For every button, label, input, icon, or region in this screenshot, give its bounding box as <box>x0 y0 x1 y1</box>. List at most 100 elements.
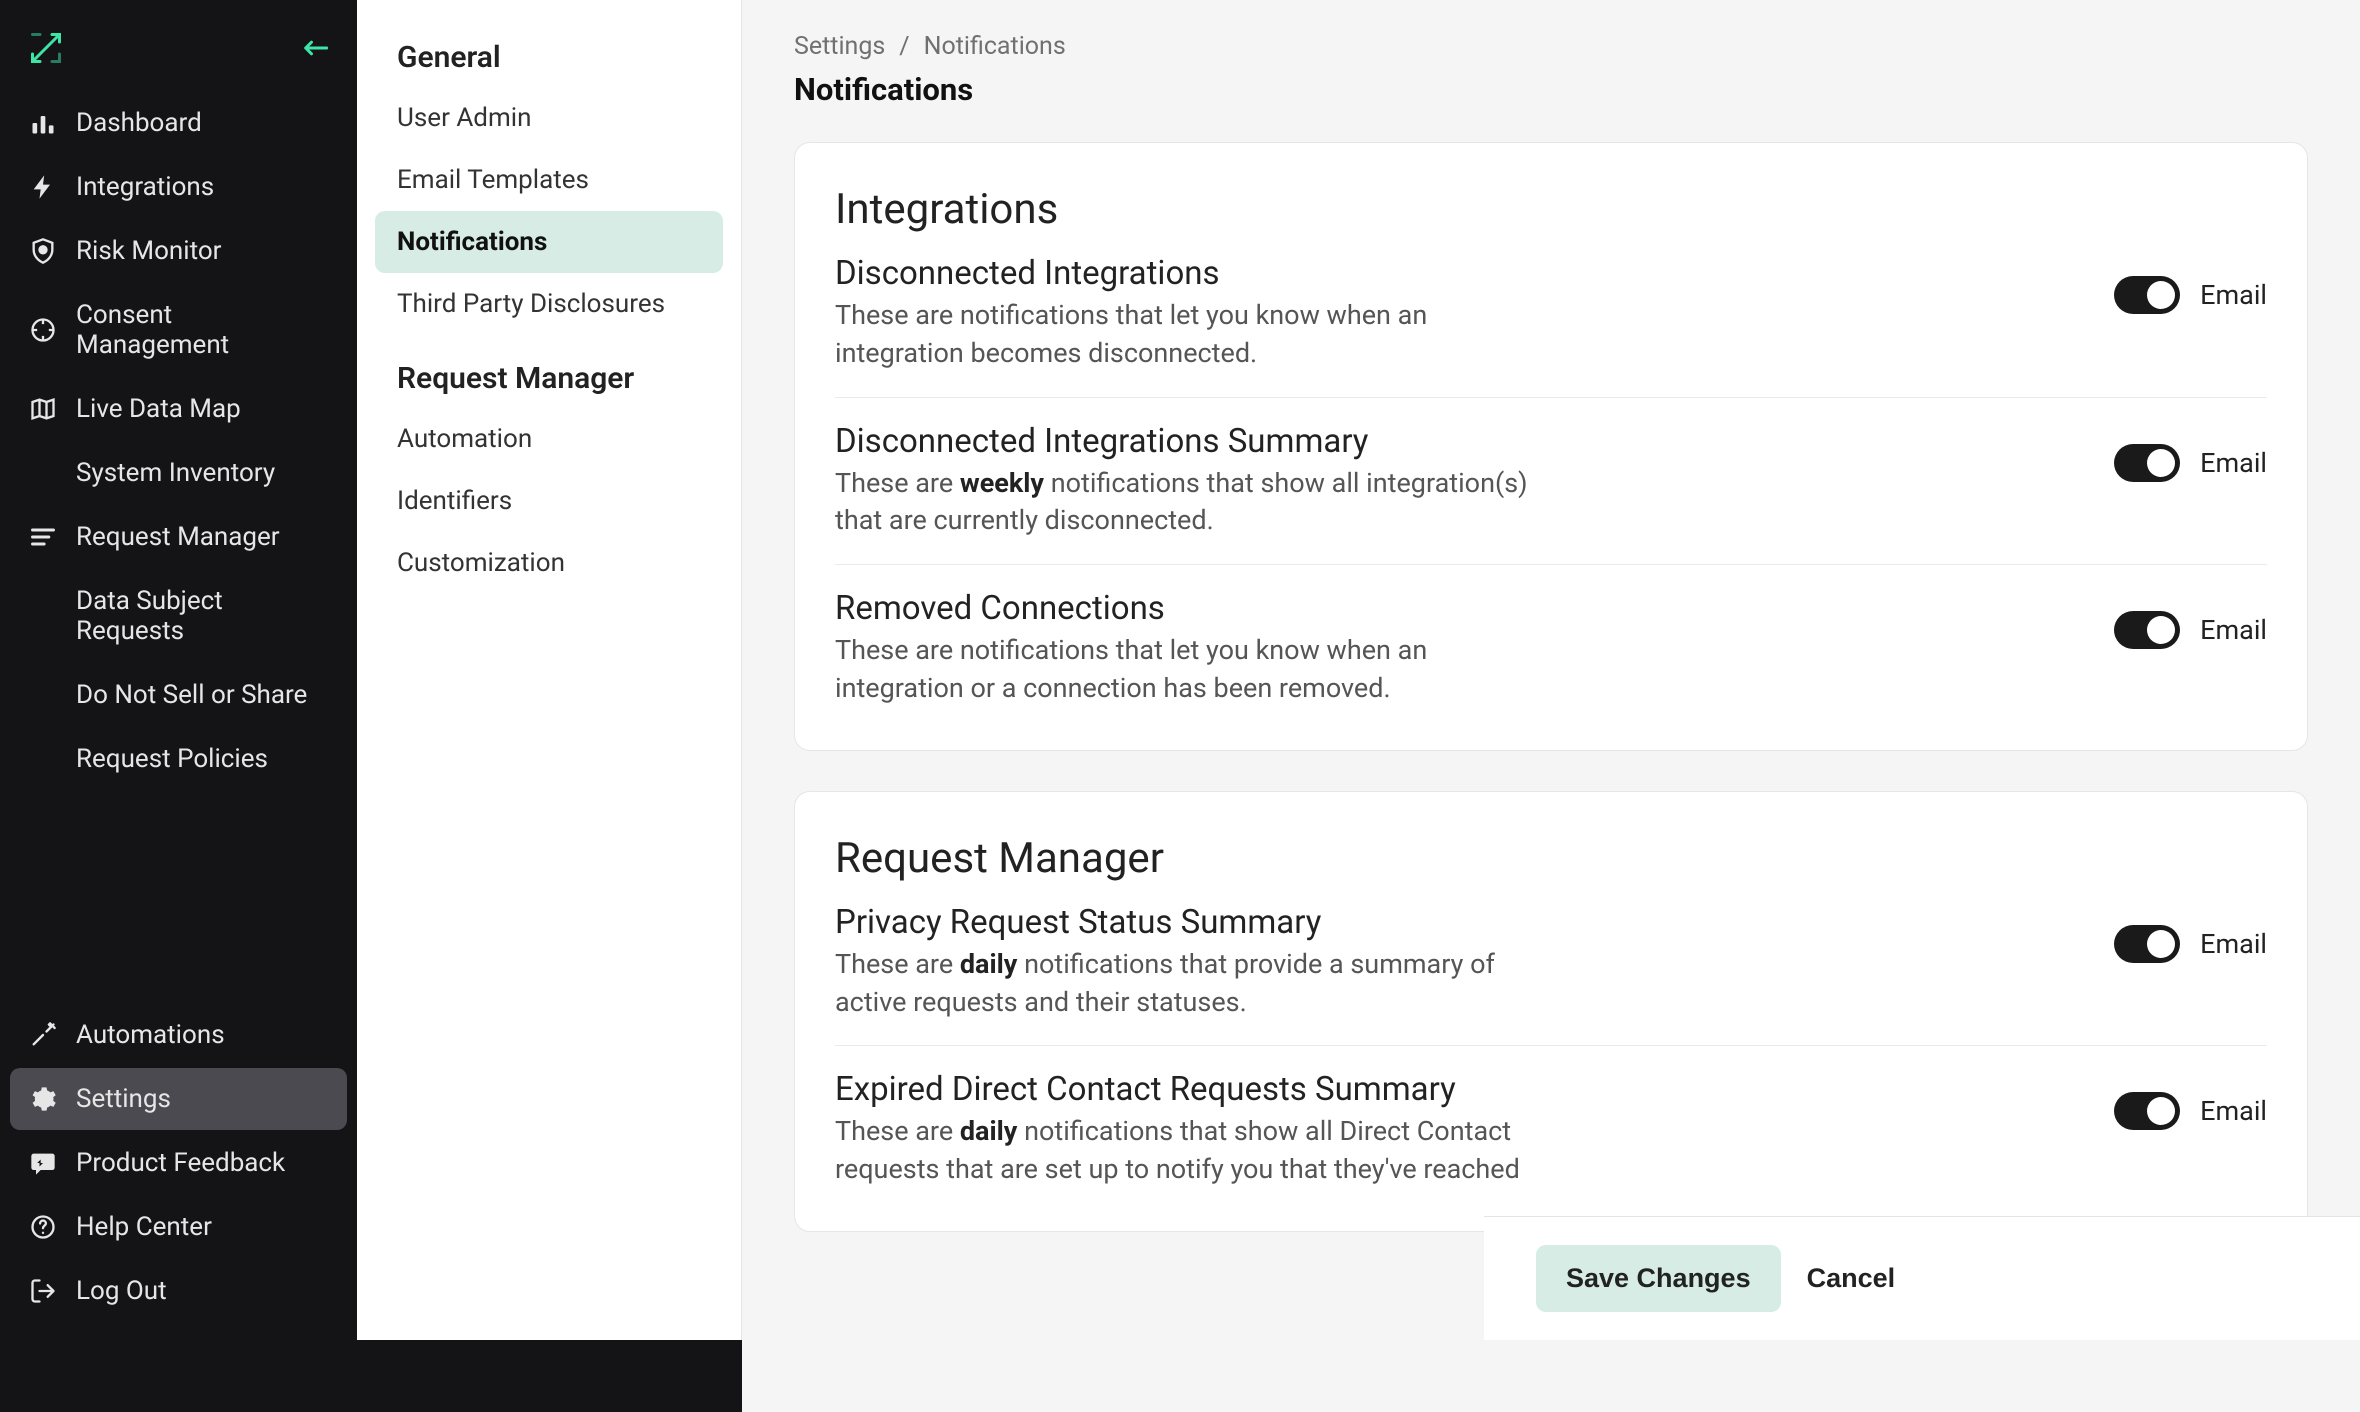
nav-bottom: Automations Settings Product Feedback He… <box>10 1004 347 1322</box>
target-icon <box>28 315 58 345</box>
notif-toggle-group: Email <box>2114 254 2267 314</box>
notif-desc: These are daily notifications that show … <box>835 1113 1535 1189</box>
lightning-icon <box>28 172 58 202</box>
toggle-email[interactable] <box>2114 611 2180 649</box>
page-title: Notifications <box>794 71 2308 108</box>
main-wrapper: Settings / Notifications Notifications I… <box>742 0 2360 1340</box>
nav-item-request-policies[interactable]: Request Policies <box>10 728 347 790</box>
card-title: Integrations <box>835 185 2267 234</box>
nav-item-log-out[interactable]: Log Out <box>10 1260 347 1322</box>
notif-toggle-group: Email <box>2114 589 2267 649</box>
nav-label: System Inventory <box>76 458 275 488</box>
nav-item-automations[interactable]: Automations <box>10 1004 347 1066</box>
notif-text: Disconnected Integrations These are noti… <box>835 254 1535 373</box>
nav-item-request-manager[interactable]: Request Manager <box>10 506 347 568</box>
settings-link-third-party[interactable]: Third Party Disclosures <box>375 273 723 335</box>
settings-subnav: General User Admin Email Templates Notif… <box>357 0 742 1340</box>
notif-expired-direct-contact: Expired Direct Contact Requests Summary … <box>835 1046 2267 1189</box>
notif-desc: These are daily notifications that provi… <box>835 946 1535 1022</box>
nav-item-live-data-map[interactable]: Live Data Map <box>10 378 347 440</box>
nav-label: Data Subject Requests <box>76 586 329 646</box>
settings-link-notifications[interactable]: Notifications <box>375 211 723 273</box>
shield-icon <box>28 236 58 266</box>
settings-link-customization[interactable]: Customization <box>375 532 723 594</box>
notif-text: Removed Connections These are notificati… <box>835 589 1535 708</box>
notif-text: Expired Direct Contact Requests Summary … <box>835 1070 1535 1189</box>
toggle-email[interactable] <box>2114 444 2180 482</box>
nav-label: Request Policies <box>76 744 268 774</box>
notif-title: Privacy Request Status Summary <box>835 903 1535 942</box>
notif-toggle-group: Email <box>2114 903 2267 963</box>
notif-title: Disconnected Integrations <box>835 254 1535 293</box>
nav-label: Log Out <box>76 1276 167 1306</box>
settings-link-identifiers[interactable]: Identifiers <box>375 470 723 532</box>
nav-label: Automations <box>76 1020 225 1050</box>
settings-link-automation[interactable]: Automation <box>375 408 723 470</box>
notif-toggle-group: Email <box>2114 422 2267 482</box>
notif-title: Disconnected Integrations Summary <box>835 422 1535 461</box>
logo-icon <box>28 30 64 70</box>
nav-label: Live Data Map <box>76 394 241 424</box>
chat-icon <box>28 1148 58 1178</box>
card-request-manager: Request Manager Privacy Request Status S… <box>794 791 2308 1232</box>
bar-chart-icon <box>28 108 58 138</box>
wand-icon <box>28 1020 58 1050</box>
toggle-label: Email <box>2200 1095 2267 1127</box>
notif-desc: These are notifications that let you kno… <box>835 632 1535 708</box>
nav-item-integrations[interactable]: Integrations <box>10 156 347 218</box>
nav-item-help-center[interactable]: Help Center <box>10 1196 347 1258</box>
settings-section-general: General <box>357 28 741 87</box>
notif-text: Disconnected Integrations Summary These … <box>835 422 1535 541</box>
nav-item-dashboard[interactable]: Dashboard <box>10 92 347 154</box>
nav-item-consent-management[interactable]: Consent Management <box>10 284 347 376</box>
notif-title: Removed Connections <box>835 589 1535 628</box>
nav-label: Product Feedback <box>76 1148 285 1178</box>
nav-label: Dashboard <box>76 108 202 138</box>
notif-disconnected-summary: Disconnected Integrations Summary These … <box>835 398 2267 566</box>
footer-actions: Save Changes Cancel <box>1484 1216 2360 1340</box>
nav-label: Settings <box>76 1084 171 1114</box>
collapse-sidebar-icon[interactable] <box>301 39 329 61</box>
logout-icon <box>28 1276 58 1306</box>
nav-item-system-inventory[interactable]: System Inventory <box>10 442 347 504</box>
card-integrations: Integrations Disconnected Integrations T… <box>794 142 2308 751</box>
breadcrumb-separator: / <box>899 32 909 61</box>
notif-desc: These are notifications that let you kno… <box>835 297 1535 373</box>
nav-label: Integrations <box>76 172 214 202</box>
save-changes-button[interactable]: Save Changes <box>1536 1245 1781 1312</box>
card-title: Request Manager <box>835 834 2267 883</box>
settings-link-email-templates[interactable]: Email Templates <box>375 149 723 211</box>
toggle-email[interactable] <box>2114 276 2180 314</box>
toggle-email[interactable] <box>2114 925 2180 963</box>
main-content: Settings / Notifications Notifications I… <box>742 0 2360 1412</box>
notif-privacy-request-status: Privacy Request Status Summary These are… <box>835 903 2267 1047</box>
notif-text: Privacy Request Status Summary These are… <box>835 903 1535 1022</box>
nav-item-risk-monitor[interactable]: Risk Monitor <box>10 220 347 282</box>
breadcrumb-current: Notifications <box>924 32 1066 61</box>
settings-link-user-admin[interactable]: User Admin <box>375 87 723 149</box>
nav-item-data-subject-requests[interactable]: Data Subject Requests <box>10 570 347 662</box>
toggle-label: Email <box>2200 614 2267 646</box>
settings-section-request-manager: Request Manager <box>357 349 741 408</box>
cancel-button[interactable]: Cancel <box>1807 1245 1896 1312</box>
nav-label: Consent Management <box>76 300 329 360</box>
sidebar-header <box>10 18 347 92</box>
toggle-email[interactable] <box>2114 1092 2180 1130</box>
toggle-label: Email <box>2200 447 2267 479</box>
nav-item-do-not-sell[interactable]: Do Not Sell or Share <box>10 664 347 726</box>
notif-title: Expired Direct Contact Requests Summary <box>835 1070 1535 1109</box>
primary-sidebar: Dashboard Integrations Risk Monitor Cons… <box>0 0 357 1340</box>
nav-item-settings[interactable]: Settings <box>10 1068 347 1130</box>
toggle-label: Email <box>2200 279 2267 311</box>
nav-item-product-feedback[interactable]: Product Feedback <box>10 1132 347 1194</box>
nav-items: Dashboard Integrations Risk Monitor Cons… <box>10 92 347 790</box>
notif-removed-connections: Removed Connections These are notificati… <box>835 565 2267 708</box>
notif-toggle-group: Email <box>2114 1070 2267 1130</box>
breadcrumb-root[interactable]: Settings <box>794 32 885 61</box>
notif-disconnected-integrations: Disconnected Integrations These are noti… <box>835 254 2267 398</box>
main-header: Settings / Notifications Notifications <box>742 0 2360 116</box>
nav-label: Request Manager <box>76 522 280 552</box>
notif-desc: These are weekly notifications that show… <box>835 465 1535 541</box>
breadcrumb: Settings / Notifications <box>794 32 2308 61</box>
map-icon <box>28 394 58 424</box>
